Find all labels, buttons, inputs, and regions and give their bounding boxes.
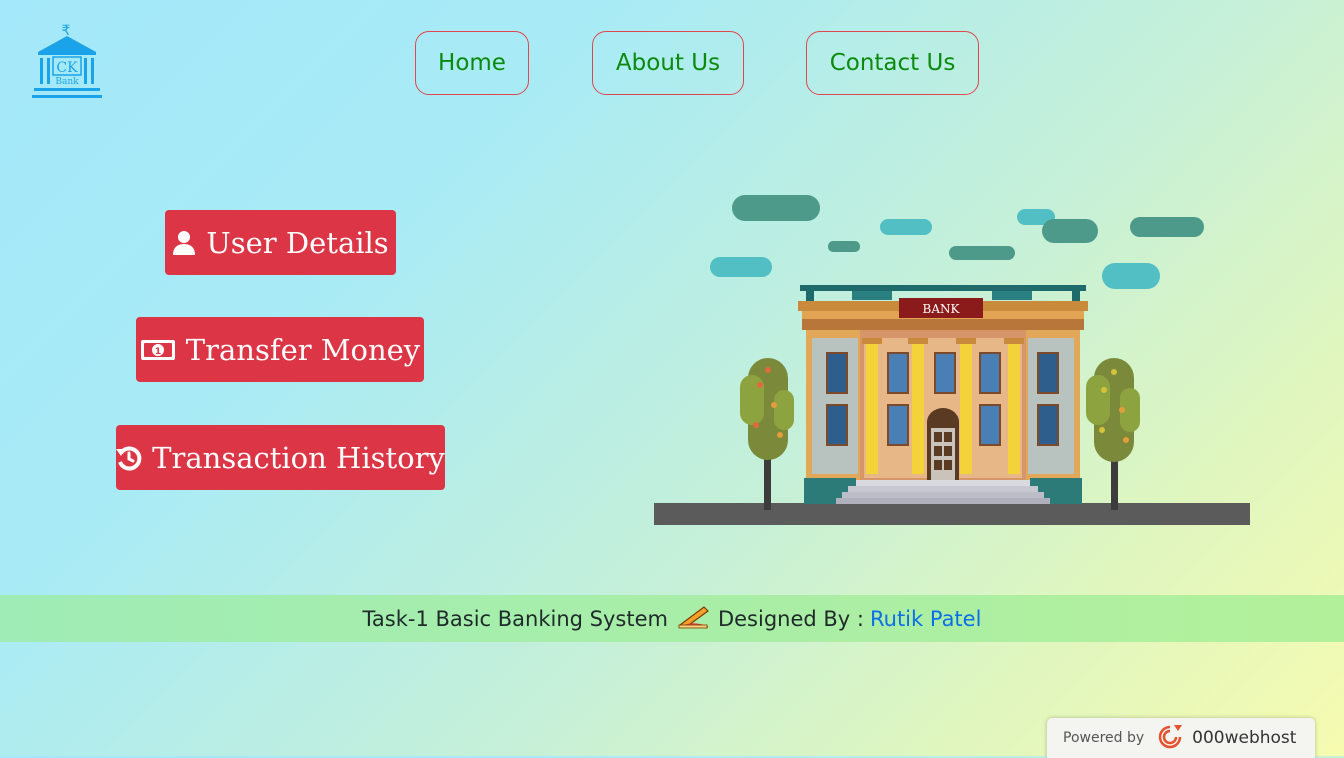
- bank-illustration: BANK: [652, 190, 1252, 530]
- webhost-brand-text: 000webhost: [1192, 728, 1297, 748]
- transfer-money-button[interactable]: 1 Transfer Money: [136, 317, 424, 382]
- left-tree: [740, 358, 794, 510]
- history-icon: [116, 445, 142, 471]
- nav-contact-label: Contact Us: [829, 50, 956, 76]
- money-bill-icon: 1: [140, 338, 176, 362]
- transaction-history-button[interactable]: Transaction History: [116, 425, 445, 490]
- bank-logo-icon: ₹ CK Bank: [32, 23, 102, 98]
- bank-sign-text: BANK: [923, 302, 961, 316]
- nav-contact-link[interactable]: Contact Us: [806, 31, 979, 95]
- footer-designed-by-text: Designed By :: [717, 606, 864, 631]
- logo-text-ck: CK: [56, 60, 78, 76]
- bank-logo[interactable]: ₹ CK Bank: [30, 22, 104, 104]
- svg-text:1: 1: [155, 347, 161, 357]
- webhost-logo-icon: [1154, 723, 1186, 753]
- nav-home-link[interactable]: Home: [415, 31, 529, 95]
- logo-text-bank: Bank: [55, 77, 79, 87]
- nav-about-link[interactable]: About Us: [592, 31, 744, 95]
- right-tree: [1086, 358, 1140, 510]
- footer-task-text: Task-1 Basic Banking System: [362, 606, 668, 631]
- writing-hand-icon: [678, 603, 710, 634]
- transfer-money-label: Transfer Money: [185, 332, 421, 367]
- user-icon: [172, 230, 196, 256]
- user-details-button[interactable]: User Details: [165, 210, 396, 275]
- footer-author-link[interactable]: Rutik Patel: [870, 607, 981, 631]
- nav-about-label: About Us: [615, 50, 721, 76]
- powered-by-label: Powered by: [1063, 730, 1145, 746]
- user-details-label: User Details: [206, 225, 389, 260]
- transaction-history-label: Transaction History: [152, 440, 445, 475]
- powered-by-badge[interactable]: Powered by 000webhost: [1047, 718, 1315, 758]
- bank-building: BANK: [798, 285, 1088, 504]
- clouds: [710, 195, 1204, 289]
- footer-credit-bar: Task-1 Basic Banking System Designed By …: [0, 595, 1344, 642]
- nav-home-label: Home: [438, 50, 506, 76]
